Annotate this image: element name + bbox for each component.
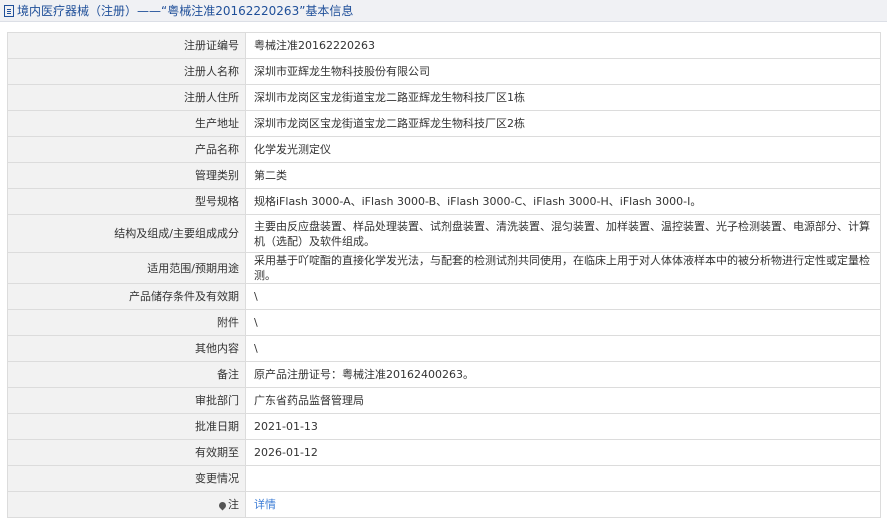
row-label: 结构及组成/主要组成成分 [7,214,246,253]
table-row: 注 详情 [7,491,881,518]
table-row: 变更情况 [7,465,881,492]
document-icon [4,4,14,17]
row-label: 变更情况 [7,465,246,492]
row-label: 注册人名称 [7,58,246,85]
row-label: 其他内容 [7,335,246,362]
note-label-cell: 注 [7,491,246,518]
row-value: 广东省药品监督管理局 [245,387,881,414]
table-row: 管理类别 第二类 [7,162,881,189]
row-label: 批准日期 [7,413,246,440]
table-row: 注册人住所 深圳市龙岗区宝龙街道宝龙二路亚辉龙生物科技厂区1栋 [7,84,881,111]
pin-icon [217,500,228,510]
row-value: 2026-01-12 [245,439,881,466]
table-row: 生产地址 深圳市龙岗区宝龙街道宝龙二路亚辉龙生物科技厂区2栋 [7,110,881,137]
row-value: 粤械注准20162220263 [245,32,881,59]
row-label: 审批部门 [7,387,246,414]
row-label: 备注 [7,361,246,388]
info-table-container: 注册证编号 粤械注准20162220263 注册人名称 深圳市亚辉龙生物科技股份… [7,32,881,518]
row-label: 产品名称 [7,136,246,163]
row-label: 管理类别 [7,162,246,189]
row-label: 适用范围/预期用途 [7,252,246,284]
row-label: 注册证编号 [7,32,246,59]
table-row: 有效期至 2026-01-12 [7,439,881,466]
row-value: 深圳市龙岗区宝龙街道宝龙二路亚辉龙生物科技厂区1栋 [245,84,881,111]
row-value: 主要由反应盘装置、样品处理装置、试剂盘装置、清洗装置、混匀装置、加样装置、温控装… [245,214,881,253]
table-row: 适用范围/预期用途 采用基于吖啶酯的直接化学发光法，与配套的检测试剂共同使用，在… [7,252,881,284]
row-value: 深圳市龙岗区宝龙街道宝龙二路亚辉龙生物科技厂区2栋 [245,110,881,137]
table-row: 产品储存条件及有效期 \ [7,283,881,310]
table-row: 审批部门 广东省药品监督管理局 [7,387,881,414]
table-row: 型号规格 规格iFlash 3000-A、iFlash 3000-B、iFlas… [7,188,881,215]
table-row: 备注 原产品注册证号：粤械注准20162400263。 [7,361,881,388]
row-value: 规格iFlash 3000-A、iFlash 3000-B、iFlash 300… [245,188,881,215]
row-label: 生产地址 [7,110,246,137]
row-label: 附件 [7,309,246,336]
row-value: 采用基于吖啶酯的直接化学发光法，与配套的检测试剂共同使用，在临床上用于对人体体液… [245,252,881,284]
row-label: 注册人住所 [7,84,246,111]
table-row: 批准日期 2021-01-13 [7,413,881,440]
row-value: 第二类 [245,162,881,189]
row-label: 产品储存条件及有效期 [7,283,246,310]
row-value: 原产品注册证号：粤械注准20162400263。 [245,361,881,388]
row-value [245,465,881,492]
row-value: \ [245,309,881,336]
table-row: 注册证编号 粤械注准20162220263 [7,32,881,59]
info-table: 注册证编号 粤械注准20162220263 注册人名称 深圳市亚辉龙生物科技股份… [7,32,881,518]
row-value: \ [245,335,881,362]
row-value: 化学发光测定仪 [245,136,881,163]
table-row: 附件 \ [7,309,881,336]
details-link[interactable]: 详情 [254,498,276,511]
row-value: 2021-01-13 [245,413,881,440]
table-row: 结构及组成/主要组成成分 主要由反应盘装置、样品处理装置、试剂盘装置、清洗装置、… [7,214,881,253]
row-value: \ [245,283,881,310]
page-title: 境内医疗器械（注册）——“粤械注准20162220263”基本信息 [17,4,354,18]
row-value: 详情 [245,491,881,518]
page-header: 境内医疗器械（注册）——“粤械注准20162220263”基本信息 [0,0,887,22]
row-value: 深圳市亚辉龙生物科技股份有限公司 [245,58,881,85]
row-label: 注 [228,498,239,511]
table-row: 产品名称 化学发光测定仪 [7,136,881,163]
row-label: 型号规格 [7,188,246,215]
row-label: 有效期至 [7,439,246,466]
table-row: 注册人名称 深圳市亚辉龙生物科技股份有限公司 [7,58,881,85]
table-row: 其他内容 \ [7,335,881,362]
